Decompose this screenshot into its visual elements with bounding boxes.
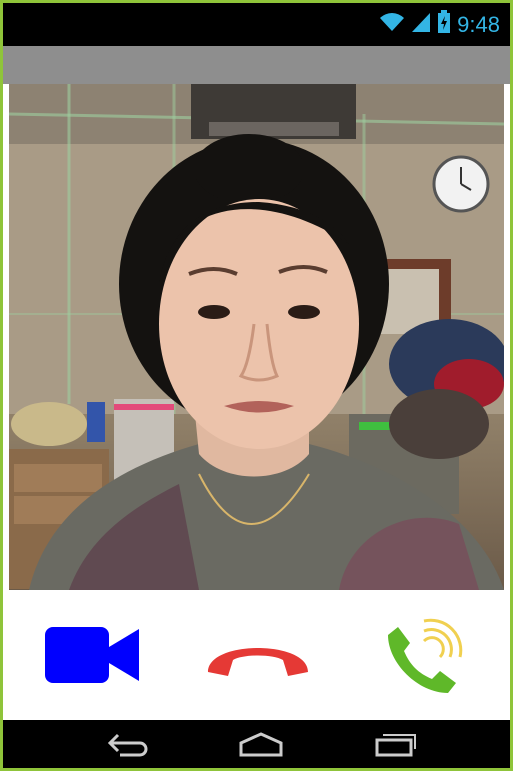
video-frame-illustration [9, 84, 504, 590]
hang-up-phone-icon [208, 648, 308, 676]
recents-icon [375, 734, 416, 757]
back-icon [107, 733, 148, 757]
answer-call-button[interactable] [368, 610, 478, 700]
signal-icon [411, 11, 431, 38]
back-button[interactable] [98, 728, 158, 760]
answer-phone-icon [388, 618, 463, 693]
toolbar [3, 46, 510, 84]
status-icons: 9:48 [379, 3, 500, 46]
battery-icon [437, 10, 451, 39]
video-camera-icon [45, 627, 139, 683]
status-bar: 9:48 [3, 3, 510, 46]
wifi-icon [379, 11, 405, 38]
status-time: 9:48 [457, 11, 500, 37]
hang-up-button[interactable] [203, 610, 313, 700]
home-icon [239, 732, 283, 757]
recents-button[interactable] [365, 728, 425, 760]
video-call-button[interactable] [38, 610, 148, 700]
call-controls [3, 590, 510, 720]
remote-video[interactable] [9, 84, 504, 590]
home-button[interactable] [231, 728, 291, 760]
navigation-bar [3, 720, 510, 768]
